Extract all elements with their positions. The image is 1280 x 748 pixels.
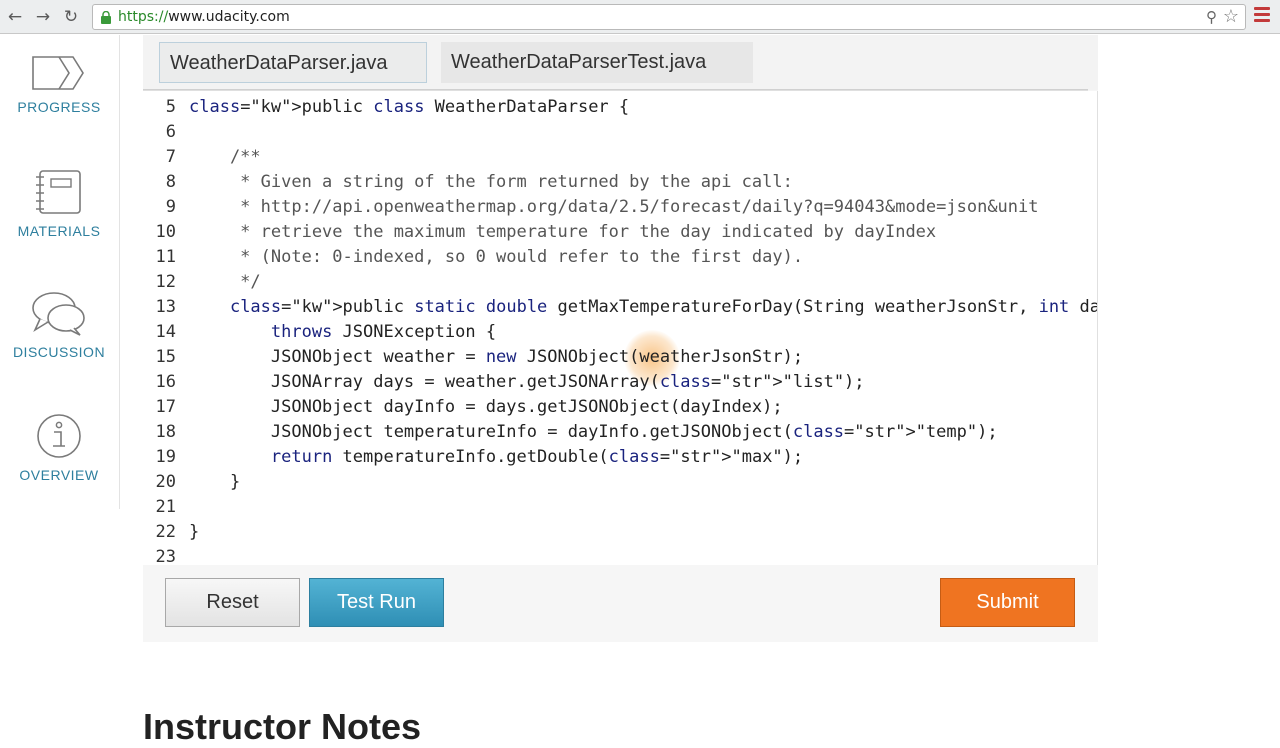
line-number: 21 <box>155 497 176 517</box>
code-line: 15 JSONObject weather = new JSONObject(w… <box>143 345 1097 370</box>
course-sidebar: PROGRESS MATERIALS DISCUSSION OVERVIEW <box>0 35 120 509</box>
code-text: JSONObject temperatureInfo = dayInfo.get… <box>189 422 998 442</box>
sidebar-item-discussion[interactable]: DISCUSSION <box>0 290 118 360</box>
back-arrow-icon[interactable]: ← <box>4 6 26 28</box>
line-number: 12 <box>155 272 176 292</box>
code-line: 18 JSONObject temperatureInfo = dayInfo.… <box>143 420 1097 445</box>
sidebar-item-overview[interactable]: OVERVIEW <box>0 413 118 483</box>
test-run-button[interactable]: Test Run <box>309 578 444 627</box>
code-line: 9 * http://api.openweathermap.org/data/2… <box>143 195 1097 220</box>
code-text: * retrieve the maximum temperature for t… <box>189 222 937 242</box>
line-number: 6 <box>165 122 176 142</box>
instructor-notes-heading: Instructor Notes <box>143 706 422 747</box>
sidebar-item-materials[interactable]: MATERIALS <box>0 169 118 239</box>
line-number: 17 <box>155 397 176 417</box>
line-number: 16 <box>155 372 176 392</box>
code-text: return temperatureInfo.getDouble(class="… <box>270 447 804 467</box>
reload-icon[interactable]: ↻ <box>60 6 82 28</box>
notebook-icon <box>36 170 81 214</box>
info-icon <box>37 414 81 458</box>
file-tabs: WeatherDataParser.java WeatherDataParser… <box>143 35 1098 90</box>
line-number: 8 <box>165 172 176 192</box>
code-line: 14 throws JSONException { <box>143 320 1097 345</box>
lock-icon <box>101 11 111 24</box>
line-number: 20 <box>155 472 176 492</box>
code-text: /** <box>189 147 261 167</box>
code-text: * http://api.openweathermap.org/data/2.5… <box>189 197 1039 217</box>
sidebar-label-progress: PROGRESS <box>17 99 101 115</box>
code-line: 22} <box>143 520 1097 545</box>
sidebar-label-materials: MATERIALS <box>17 223 101 239</box>
code-text: * (Note: 0-indexed, so 0 would refer to … <box>189 247 804 267</box>
url-text: https://www.udacity.com <box>118 9 290 25</box>
code-line: 12 */ <box>143 270 1097 295</box>
line-number: 9 <box>165 197 176 217</box>
browser-toolbar: ← → ↻ https://www.udacity.com ⚲ ☆ <box>0 0 1280 34</box>
line-number: 11 <box>155 247 176 267</box>
reset-button[interactable]: Reset <box>165 578 300 627</box>
address-bar[interactable]: https://www.udacity.com ⚲ ☆ <box>92 4 1246 30</box>
code-line: 10 * retrieve the maximum temperature fo… <box>143 220 1097 245</box>
line-number: 5 <box>165 97 176 117</box>
code-line: 17 JSONObject dayInfo = days.getJSONObje… <box>143 395 1097 420</box>
forward-arrow-icon[interactable]: → <box>32 6 54 28</box>
code-line: 21 <box>143 495 1097 520</box>
line-number: 7 <box>165 147 176 167</box>
code-text: throws JSONException { <box>270 322 497 342</box>
bookmark-star-icon[interactable]: ☆ <box>1223 6 1239 27</box>
menu-icon[interactable] <box>1254 7 1270 27</box>
line-number: 10 <box>155 222 176 242</box>
line-number: 23 <box>155 547 176 565</box>
code-editor-panel: WeatherDataParser.java WeatherDataParser… <box>143 35 1098 642</box>
line-number: 18 <box>155 422 176 442</box>
sidebar-item-progress[interactable]: PROGRESS <box>0 55 118 115</box>
progress-icon <box>32 56 84 90</box>
chat-bubbles-icon <box>32 292 85 336</box>
code-text: JSONObject dayInfo = days.getJSONObject(… <box>189 397 783 417</box>
code-text: class="kw">public static double getMaxTe… <box>229 297 1098 317</box>
code-line: 8 * Given a string of the form returned … <box>143 170 1097 195</box>
code-text: JSONArray days = weather.getJSONArray(cl… <box>189 372 865 392</box>
code-text: */ <box>189 272 261 292</box>
zoom-icon[interactable]: ⚲ <box>1206 8 1217 26</box>
code-line: 20 } <box>143 470 1097 495</box>
code-line: 6 <box>143 120 1097 145</box>
code-text: class="kw">public class WeatherDataParse… <box>189 97 630 117</box>
code-line: 7 /** <box>143 145 1097 170</box>
line-number: 13 <box>155 297 176 317</box>
code-line: 19 return temperatureInfo.getDouble(clas… <box>143 445 1097 470</box>
code-text: JSONObject weather = new JSONObject(weat… <box>189 347 804 367</box>
submit-button[interactable]: Submit <box>940 578 1075 627</box>
code-area[interactable]: 5 class="kw">public class WeatherDataPars… <box>143 91 1098 565</box>
line-number: 22 <box>155 522 176 542</box>
tab-weatherdataparser[interactable]: WeatherDataParser.java <box>159 42 427 83</box>
code-line: 23 <box>143 545 1097 565</box>
line-number: 19 <box>155 447 176 467</box>
sidebar-label-discussion: DISCUSSION <box>12 344 106 360</box>
code-text: * Given a string of the form returned by… <box>189 172 793 192</box>
code-line: 16 JSONArray days = weather.getJSONArray… <box>143 370 1097 395</box>
line-number: 14 <box>155 322 176 342</box>
code-text: } <box>189 522 200 542</box>
code-line: 11 * (Note: 0-indexed, so 0 would refer … <box>143 245 1097 270</box>
line-number: 15 <box>155 347 176 367</box>
code-text: } <box>189 472 241 492</box>
code-line: 5 class="kw">public class WeatherDataPars… <box>143 95 1097 120</box>
code-line: 13 class="kw">public static double getMa… <box>143 295 1098 320</box>
sidebar-label-overview: OVERVIEW <box>19 467 99 483</box>
tab-weatherdataparsertest[interactable]: WeatherDataParserTest.java <box>441 42 753 83</box>
